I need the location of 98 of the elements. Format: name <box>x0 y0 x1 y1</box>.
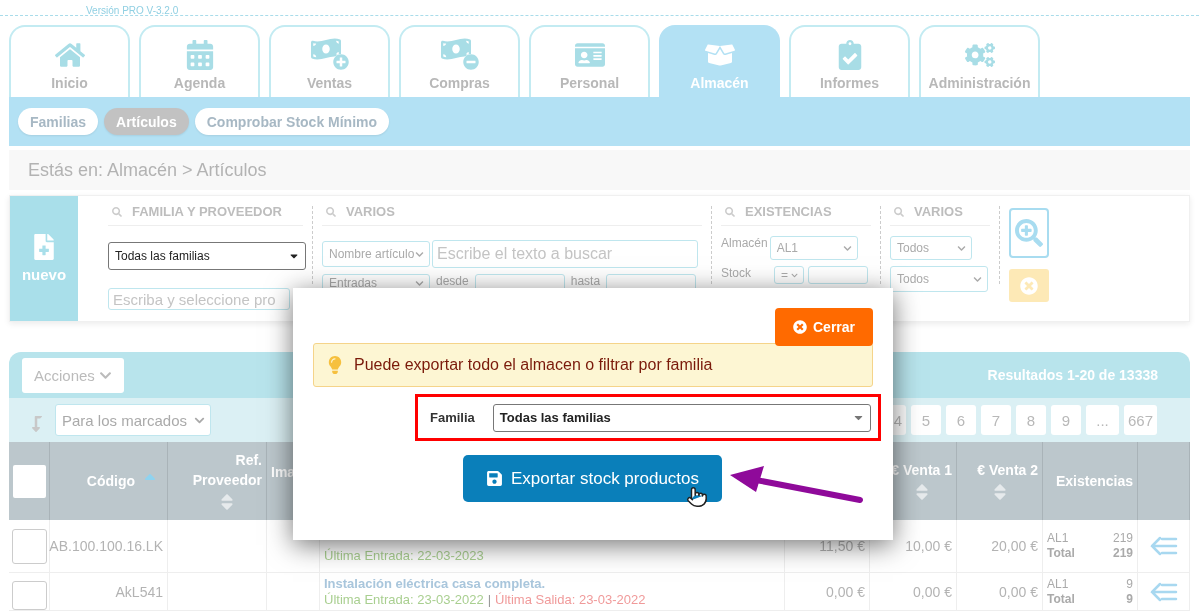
table-cell: 20,00 € <box>957 520 1043 573</box>
section-title: FAMILIA Y PROVEEDOR <box>132 204 282 219</box>
supplier-field[interactable]: Escriba y seleccione pro <box>108 288 290 310</box>
nav-tab[interactable]: Inicio <box>9 25 130 97</box>
page-button[interactable]: 9 <box>1051 405 1081 435</box>
chevron-down-icon <box>415 278 424 288</box>
separator: | <box>487 592 492 608</box>
table-cell: 0,00 € <box>957 573 1043 611</box>
chevron-down-icon <box>791 271 798 279</box>
search-icon <box>894 206 904 217</box>
table-cell: AkL541 <box>50 573 168 611</box>
field-select[interactable]: Nombre artículo <box>322 241 430 267</box>
lightbulb-icon <box>326 356 344 374</box>
operator-select[interactable]: = <box>774 266 804 284</box>
nav-tab[interactable]: Personal <box>529 25 650 97</box>
family-label: Familia <box>430 410 475 425</box>
calendar-icon <box>184 40 215 70</box>
column-header[interactable]: Código <box>86 471 135 491</box>
product-name[interactable]: Instalación eléctrica casa completa. <box>324 576 780 592</box>
arrow-list-icon[interactable] <box>1149 536 1178 556</box>
gears-icon <box>964 40 995 70</box>
nav-tab[interactable]: Ventas <box>269 25 390 97</box>
to-label: hasta <box>570 274 601 288</box>
stock-field[interactable] <box>808 266 868 284</box>
breadcrumb: Estás en: Almacén > Artículos <box>28 159 267 181</box>
nav-tab[interactable]: Administración <box>919 25 1040 97</box>
table-cell: 0,00 € <box>785 573 870 611</box>
warehouse-code: AL1 <box>1047 531 1069 546</box>
column-header[interactable]: € Venta 2 <box>977 460 1038 480</box>
total-label: Total <box>1047 591 1075 607</box>
chevron-down-icon <box>973 274 982 284</box>
warehouse-label: Almacén <box>721 236 768 250</box>
subnav-tab[interactable]: Artículos <box>104 108 189 135</box>
corner-arrow-icon <box>29 416 45 432</box>
chevron-down-icon <box>415 249 424 259</box>
nav-tab[interactable]: Informes <box>789 25 910 97</box>
save-icon <box>486 470 503 487</box>
search-field[interactable]: Escribe el texto a buscar <box>432 240 698 268</box>
family-select[interactable]: Todas las familias <box>492 403 871 432</box>
row-checkbox[interactable] <box>11 528 47 564</box>
export-button[interactable]: Exportar stock productos <box>463 455 722 502</box>
stock-total: 9 <box>1126 591 1133 607</box>
close-icon <box>793 320 807 334</box>
search-icon <box>326 206 336 217</box>
close-icon <box>1020 276 1038 295</box>
search-icon <box>725 206 735 217</box>
table-cell: AB.100.100.16.LK <box>50 520 168 573</box>
alert-text: Puede exportar todo el almacen o filtrar por familia <box>354 356 713 374</box>
bulk-action-select[interactable]: Para los marcados <box>55 404 211 436</box>
table-cell: 0,00 € <box>870 573 957 611</box>
from-label: desde <box>436 274 469 288</box>
new-button[interactable]: nuevo <box>10 196 78 321</box>
search-button[interactable] <box>1009 208 1049 258</box>
section-title: EXISTENCIAS <box>745 204 832 219</box>
column-header[interactable]: Ref. Proveedor <box>182 450 262 490</box>
nav-tab[interactable]: Compras <box>399 25 520 97</box>
select-all-checkbox[interactable] <box>12 464 46 498</box>
results-count: Resultados 1-20 de 13338 <box>987 367 1158 383</box>
history-date: Última Entrada: 22-03-2023 <box>324 548 484 564</box>
stock-qty: 9 <box>1126 576 1133 592</box>
clear-button[interactable] <box>1009 269 1049 302</box>
section-title: VARIOS <box>914 204 963 219</box>
warehouse-code: AL1 <box>1047 576 1069 592</box>
version-label: Versión PRO V-3.2.0 <box>86 5 179 16</box>
hand-cursor-icon <box>686 486 708 508</box>
nav-tab[interactable]: Almacén <box>659 25 780 97</box>
new-file-icon <box>31 234 57 260</box>
nav-tab[interactable]: Agenda <box>139 25 260 97</box>
page-button[interactable]: 667 <box>1124 405 1157 435</box>
filter-select[interactable]: Todos <box>890 266 988 292</box>
search-icon <box>112 206 122 217</box>
page-button[interactable]: 6 <box>946 405 976 435</box>
history-date: Última Entrada: 23-03-2022 <box>324 592 484 608</box>
house-icon <box>54 40 85 70</box>
warehouse-select[interactable]: AL1 <box>769 236 858 260</box>
family-select[interactable]: Todas las familias <box>108 242 306 270</box>
page-button[interactable]: 7 <box>981 405 1011 435</box>
page-button[interactable]: 5 <box>911 405 941 435</box>
stock-qty: 219 <box>1112 531 1133 546</box>
page-button[interactable]: 8 <box>1016 405 1046 435</box>
actions-button[interactable]: Acciones <box>22 357 124 393</box>
chevron-down-icon <box>842 243 852 253</box>
chevron-down-icon <box>957 243 966 253</box>
zoom-in-icon <box>1015 219 1043 247</box>
filter-select[interactable]: Todos <box>890 236 972 260</box>
close-button[interactable]: Cerrar <box>775 308 873 346</box>
row-checkbox[interactable] <box>11 581 47 610</box>
arrow-list-icon[interactable] <box>1149 581 1178 602</box>
page-button[interactable]: ... <box>1086 405 1119 435</box>
stock-total: 219 <box>1112 546 1133 561</box>
subnav-tab[interactable]: Familias <box>18 108 99 135</box>
total-label: Total <box>1047 546 1075 561</box>
column-header[interactable]: Existencias <box>1055 471 1133 491</box>
subnav-tab[interactable]: Comprobar Stock Mínimo <box>194 108 390 135</box>
id-card-icon <box>574 40 605 70</box>
stock-label: Stock <box>721 266 752 280</box>
history-date: Última Salida: 23-03-2022 <box>495 592 646 608</box>
section-title: VARIOS <box>346 204 395 219</box>
